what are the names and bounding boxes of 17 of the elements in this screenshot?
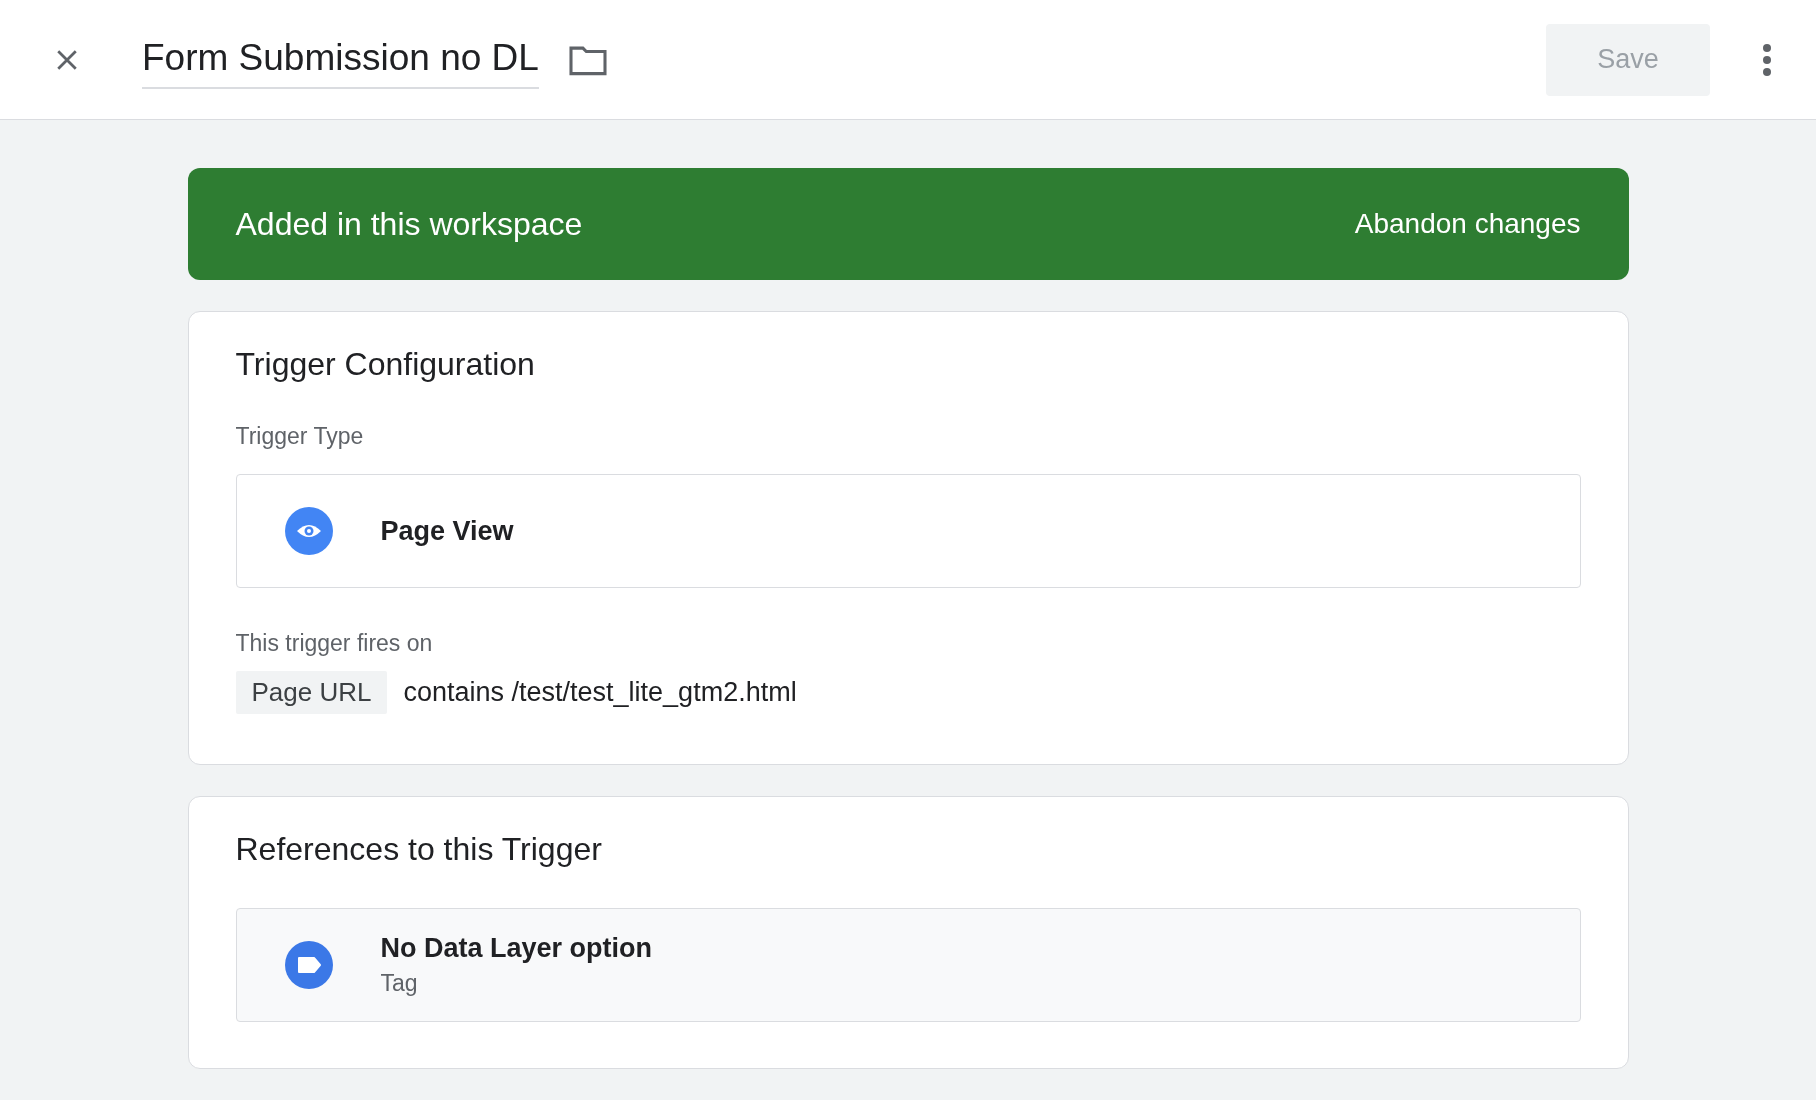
- fires-on-label: This trigger fires on: [235, 630, 434, 657]
- abandon-changes-button[interactable]: Abandon changes: [1354, 208, 1581, 240]
- card-title: Trigger Configuration: [235, 346, 536, 383]
- more-options-icon[interactable]: [1762, 42, 1772, 77]
- trigger-type-label: Trigger Type: [235, 423, 365, 450]
- variable-chip: Page URL: [235, 671, 388, 714]
- condition-text: contains /test/test_lite_gtm2.html: [403, 677, 797, 708]
- eye-icon: [284, 507, 333, 555]
- reference-kind: Tag: [380, 970, 419, 997]
- title-field[interactable]: Form Submission no DL: [142, 30, 539, 89]
- trigger-type-name: Page View: [380, 515, 514, 547]
- banner-message: Added in this workspace: [235, 205, 583, 243]
- tag-icon: [284, 941, 333, 989]
- trigger-type-selector[interactable]: Page View: [235, 474, 1581, 588]
- reference-item[interactable]: No Data Layer option Tag: [235, 908, 1581, 1022]
- reference-name: No Data Layer option: [380, 933, 653, 964]
- card-title: References to this Trigger: [235, 831, 603, 868]
